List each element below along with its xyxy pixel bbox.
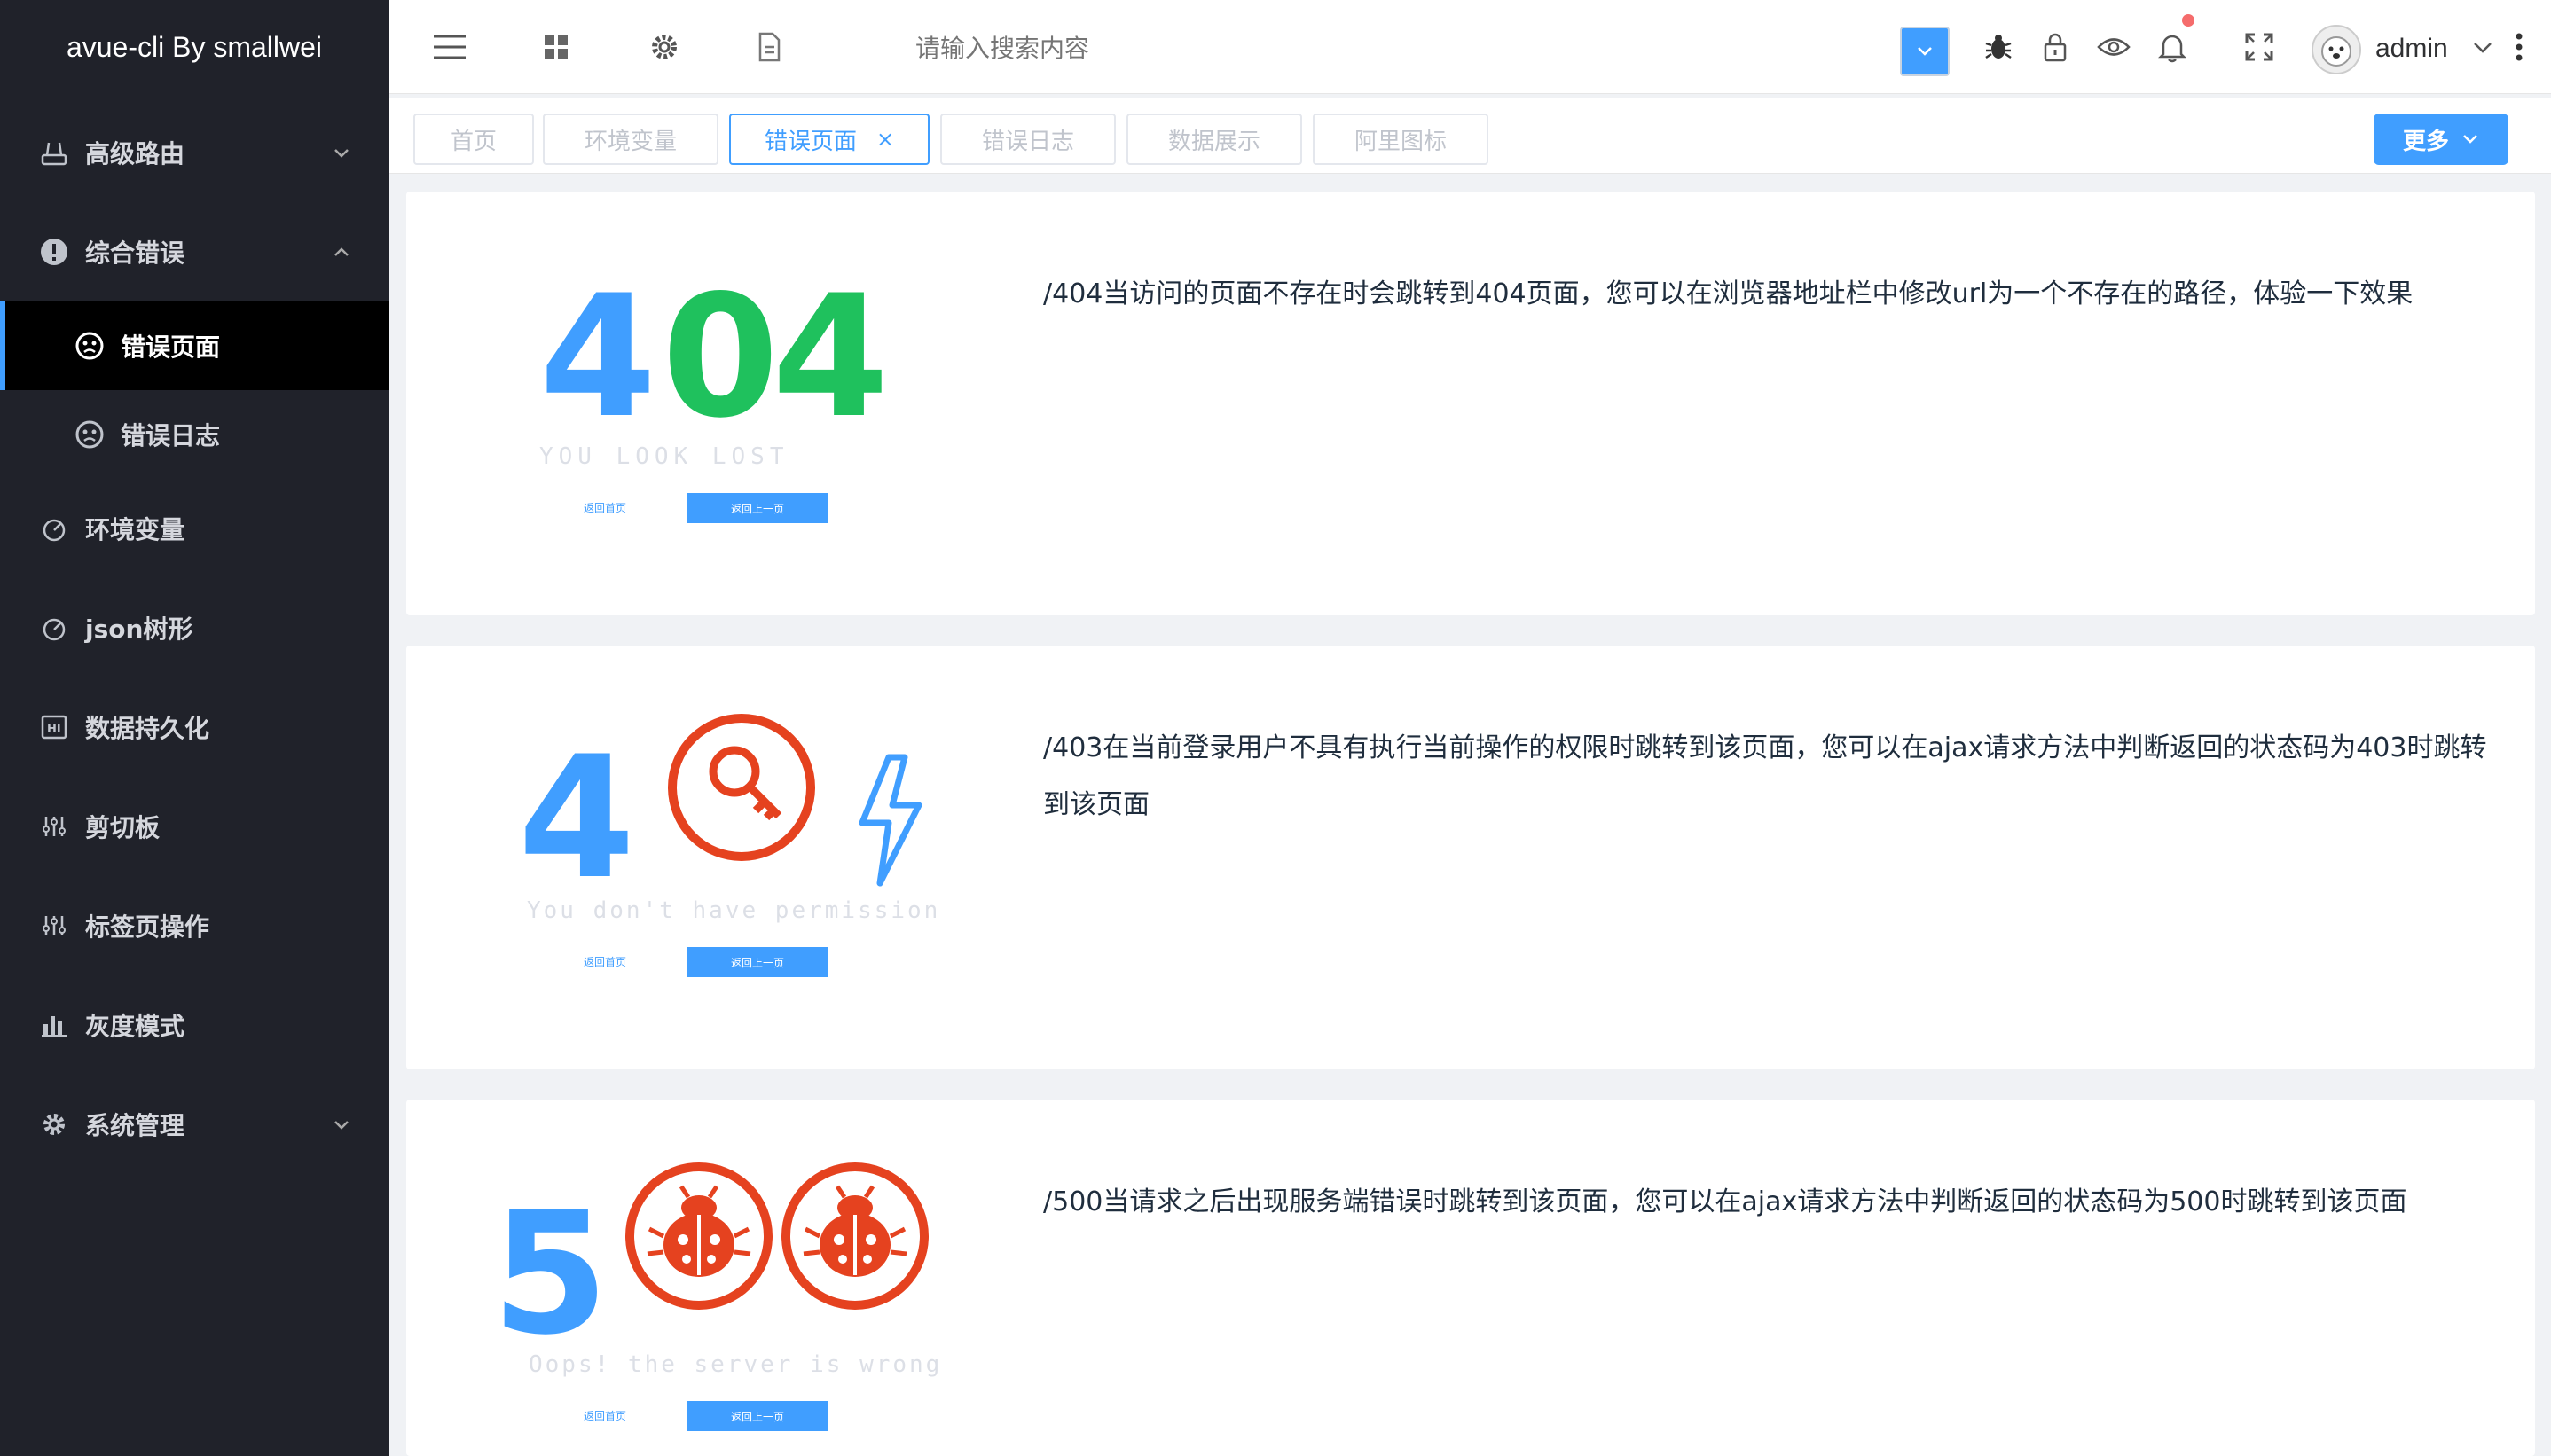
back-prev-button[interactable]: 返回上一页 <box>687 1401 828 1431</box>
tab-error-page[interactable]: 错误页面 × <box>729 114 930 165</box>
notification-badge <box>2182 14 2194 27</box>
lightning-icon <box>859 754 922 887</box>
sidebar-item-tabs[interactable]: 标签页操作 <box>0 876 389 975</box>
illustration-500: 5 Oops! the server is wrong 返回首页 返回上一页 <box>459 1144 939 1456</box>
illustration-403: 4 You don't have permission 返回首页 返回上一页 <box>459 690 938 1062</box>
document-icon[interactable] <box>750 28 788 66</box>
tab-error-log[interactable]: 错误日志 <box>940 114 1116 165</box>
more-vertical-icon[interactable] <box>2510 28 2528 66</box>
lock-icon[interactable] <box>2037 28 2074 66</box>
bell-icon[interactable] <box>2154 28 2191 66</box>
error-card-500: 5 Oops! the server is wrong 返回首页 返回上一页 /… <box>406 1100 2535 1456</box>
sidebar-item-json-tree[interactable]: json树形 <box>0 578 389 677</box>
sidebar-item-label: json树形 <box>85 614 193 644</box>
theme-select[interactable] <box>1900 27 1950 76</box>
fullscreen-icon[interactable] <box>2241 28 2278 66</box>
ladybug-icon <box>781 1162 929 1310</box>
tab-home[interactable]: 首页 <box>413 114 534 165</box>
sidebar-item-label: 数据持久化 <box>85 714 210 743</box>
chevron-down-icon <box>2463 135 2477 144</box>
app-logo[interactable]: avue-cli By smallwei <box>0 0 389 94</box>
tabs-icon <box>39 911 69 941</box>
sidebar-item-clipboard[interactable]: 剪切板 <box>0 777 389 876</box>
menu-toggle-icon[interactable] <box>431 28 468 66</box>
router-icon <box>39 137 69 168</box>
bar-chart-icon <box>39 1010 69 1040</box>
chevron-up-icon <box>334 247 349 256</box>
bug-icon[interactable] <box>1980 28 2017 66</box>
error-code-digit: 4 <box>518 720 635 916</box>
avatar[interactable] <box>2312 25 2361 74</box>
sidebar-item-label: 综合错误 <box>85 239 185 268</box>
settings-icon[interactable] <box>646 28 683 66</box>
illustration-404: 4 04 YOU LOOK LOST 返回首页 返回上一页 <box>459 236 921 608</box>
error-card-403: 4 You don't have permission 返回首页 返回上一页 /… <box>406 646 2535 1069</box>
sidebar-item-env[interactable]: 环境变量 <box>0 479 389 578</box>
sidebar-item-errors[interactable]: 综合错误 <box>0 202 389 301</box>
sidebar-item-label: 环境变量 <box>85 515 185 544</box>
back-prev-button[interactable]: 返回上一页 <box>687 947 828 977</box>
error-description: /500当请求之后出现服务端错误时跳转到该页面，您可以在ajax请求方法中判断返… <box>1043 1186 2407 1217</box>
key-icon <box>668 714 815 861</box>
sidebar-item-label: 错误页面 <box>121 333 221 362</box>
json-tree-icon <box>39 613 69 643</box>
sidebar-item-advanced-router[interactable]: 高级路由 <box>0 103 389 202</box>
chevron-down-icon <box>1918 47 1932 56</box>
tab-ali-icons[interactable]: 阿里图标 <box>1313 114 1488 165</box>
tags-bar: 首页 环境变量 错误页面 × 错误日志 数据展示 阿里图标 更多 <box>389 98 2551 174</box>
sidebar-item-label: 标签页操作 <box>85 912 210 942</box>
sidebar-item-label: 错误日志 <box>121 421 221 450</box>
chevron-down-icon[interactable] <box>2469 34 2496 60</box>
sidebar-item-label: 剪切板 <box>85 813 161 842</box>
svg-text:HI: HI <box>47 723 61 736</box>
chevron-down-icon <box>334 1121 349 1130</box>
close-icon[interactable]: × <box>876 127 894 152</box>
error-tagline: You don't have permission <box>527 897 941 924</box>
back-home-button[interactable]: 返回首页 <box>584 1408 626 1423</box>
sidebar-item-label: 系统管理 <box>85 1111 185 1140</box>
error-description: /403在当前登录用户不具有执行当前操作的权限时跳转到该页面，您可以在ajax请… <box>1043 732 2487 820</box>
error-description: /404当访问的页面不存在时会跳转到404页面，您可以在浏览器地址栏中修改url… <box>1043 278 2414 309</box>
sidebar-item-system[interactable]: 系统管理 <box>0 1075 389 1174</box>
grid-icon[interactable] <box>538 28 575 66</box>
sidebar-item-error-page[interactable]: 错误页面 <box>0 301 389 390</box>
gear-icon <box>39 1109 69 1139</box>
tab-data-display[interactable]: 数据展示 <box>1126 114 1302 165</box>
error-code-digit: 4 <box>539 259 656 455</box>
search-input[interactable] <box>915 34 1270 63</box>
more-tabs-button[interactable]: 更多 <box>2374 114 2508 165</box>
sidebar-item-storage[interactable]: HI 数据持久化 <box>0 677 389 777</box>
error-icon <box>39 237 69 267</box>
sidebar-item-label: 灰度模式 <box>85 1012 185 1041</box>
top-header: admin <box>389 0 2551 94</box>
env-icon <box>39 513 69 544</box>
clipboard-icon <box>39 811 69 842</box>
back-home-button[interactable]: 返回首页 <box>584 500 626 515</box>
error-tagline: Oops! the server is wrong <box>529 1351 943 1378</box>
user-name[interactable]: admin <box>2375 34 2448 64</box>
error-card-404: 4 04 YOU LOOK LOST 返回首页 返回上一页 /404当访问的页面… <box>406 192 2535 615</box>
tab-env[interactable]: 环境变量 <box>543 114 718 165</box>
sidebar-item-label: 高级路由 <box>85 139 185 168</box>
chevron-down-icon <box>334 149 349 158</box>
ladybug-icon <box>625 1162 773 1310</box>
error-page-icon <box>75 331 105 361</box>
back-home-button[interactable]: 返回首页 <box>584 954 626 969</box>
error-log-icon <box>75 419 105 450</box>
eye-icon[interactable] <box>2095 28 2132 66</box>
sidebar: avue-cli By smallwei 高级路由 综合错误 错误页面 错误日志… <box>0 0 389 1456</box>
error-tagline: YOU LOOK LOST <box>539 443 789 470</box>
error-code-digits: 04 <box>662 259 889 455</box>
back-prev-button[interactable]: 返回上一页 <box>687 493 828 523</box>
sidebar-item-error-log[interactable]: 错误日志 <box>0 390 389 479</box>
storage-icon: HI <box>39 712 69 742</box>
error-code-digit: 5 <box>491 1176 608 1372</box>
sidebar-item-grayscale[interactable]: 灰度模式 <box>0 975 389 1075</box>
